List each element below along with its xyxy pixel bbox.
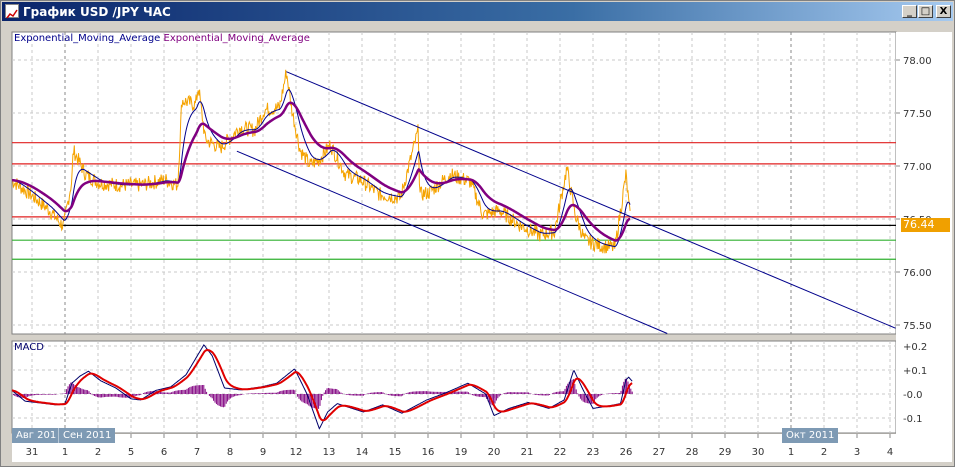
macd-axis-label: +0.1 <box>903 366 927 377</box>
x-tick-label: 8 <box>227 447 233 458</box>
x-tick-label: 15 <box>389 447 402 458</box>
x-tick-label: 27 <box>653 447 666 458</box>
x-tick-label: 23 <box>587 447 600 458</box>
x-tick-label: 9 <box>260 447 266 458</box>
x-tick-label: 21 <box>521 447 534 458</box>
macd-axis-label: -0.0 <box>903 390 923 401</box>
ema-fast-label: Exponential_Moving_Average <box>14 33 161 44</box>
month-label-sep: Сен 2011 <box>58 428 116 443</box>
price-axis-label: 75.50 <box>903 321 932 332</box>
price-axis-label: 76.00 <box>903 268 932 279</box>
x-tick-label: 16 <box>422 447 435 458</box>
x-tick-label: 30 <box>752 447 765 458</box>
x-tick-label: 6 <box>161 447 167 458</box>
x-tick-label: 12 <box>290 447 303 458</box>
macd-label: MACD <box>14 342 44 353</box>
x-tick-label: 29 <box>719 447 732 458</box>
x-tick-label: 3 <box>854 447 860 458</box>
x-tick-label: 31 <box>26 447 39 458</box>
x-tick-label: 26 <box>620 447 633 458</box>
x-tick-label: 5 <box>128 447 134 458</box>
macd-axis-label: -0.1 <box>903 414 923 425</box>
x-tick-label: 13 <box>323 447 336 458</box>
x-tick-label: 1 <box>788 447 794 458</box>
macd-axis-label: +0.2 <box>903 342 927 353</box>
x-tick-label: 2 <box>821 447 827 458</box>
x-tick-label: 19 <box>455 447 468 458</box>
indicator-legend: Exponential_Moving_Average Exponential_M… <box>14 33 310 44</box>
month-label-oct: Окт 2011 <box>782 428 839 443</box>
x-tick-label: 22 <box>554 447 567 458</box>
price-axis-label: 77.50 <box>903 109 932 120</box>
price-axis-label: 78.00 <box>903 56 932 67</box>
ema-slow-label: Exponential_Moving_Average <box>163 33 310 44</box>
x-tick-label: 14 <box>356 447 369 458</box>
month-label-aug: Авг 201 <box>12 428 62 443</box>
x-tick-label: 7 <box>194 447 200 458</box>
chart-canvas[interactable]: 31 1 2 5 6 7 8 9 12 13 14 15 16 19 20 21 22 23 26 27 28 29 30 1… <box>0 0 955 467</box>
x-tick-label: 28 <box>686 447 699 458</box>
price-axis-label: 77.00 <box>903 162 932 173</box>
current-price-tag: 76.44 <box>901 218 950 232</box>
x-tick-label: 1 <box>62 447 68 458</box>
x-tick-label: 20 <box>488 447 501 458</box>
x-tick-label: 2 <box>95 447 101 458</box>
x-tick-label: 4 <box>887 447 893 458</box>
macd-pane <box>11 340 897 434</box>
